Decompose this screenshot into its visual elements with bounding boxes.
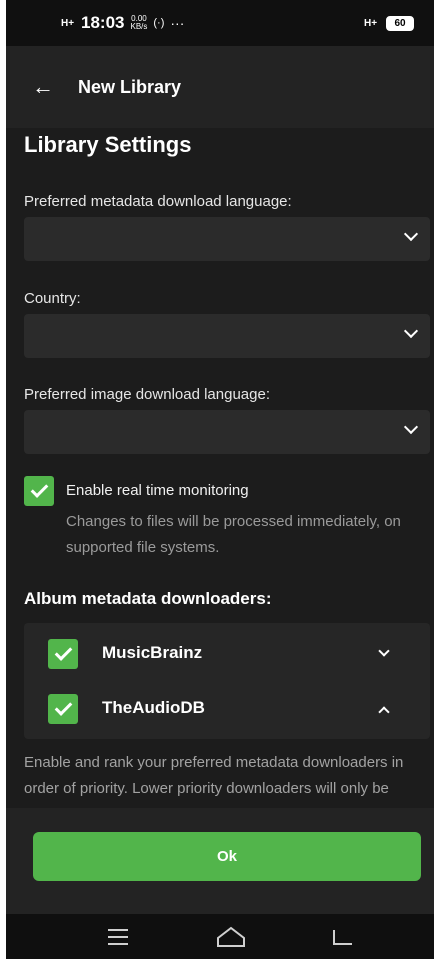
more-notifications: ··· xyxy=(170,15,185,31)
chevron-up-icon[interactable] xyxy=(378,706,390,718)
section-title: Library Settings xyxy=(24,132,192,157)
realtime-monitoring-label[interactable]: Enable real time monitoring xyxy=(66,482,249,499)
status-left: H+ 18:03 0.00 KB/s (·) ··· xyxy=(61,13,184,33)
net-speed-unit: KB/s xyxy=(130,22,148,31)
status-bar: H+ 18:03 0.00 KB/s (·) ··· H+ 60 xyxy=(6,0,434,46)
theaudiodb-checkbox[interactable] xyxy=(48,694,78,724)
checkmark-icon xyxy=(54,643,72,661)
app-bar: ← New Library xyxy=(6,46,434,128)
album-downloaders-heading: Album metadata downloaders: xyxy=(24,589,272,608)
status-time: 18:03 xyxy=(81,13,125,32)
ok-button[interactable]: Ok xyxy=(33,832,421,881)
downloader-name: MusicBrainz xyxy=(102,643,203,662)
home-icon[interactable] xyxy=(216,926,246,948)
right-signal-indicator: H+ xyxy=(364,17,378,29)
system-nav-bar xyxy=(6,914,434,959)
phone-screen: H+ 18:03 0.00 KB/s (·) ··· H+ 60 ← New L… xyxy=(6,0,434,959)
page-title: New Library xyxy=(78,76,182,97)
checkmark-icon xyxy=(54,698,72,716)
net-speed: 0.00 KB/s xyxy=(130,15,147,31)
library-settings-content[interactable]: Library Settings Preferred metadata down… xyxy=(6,128,434,808)
realtime-monitoring-checkbox[interactable] xyxy=(24,476,54,506)
metadata-language-select[interactable] xyxy=(24,217,430,261)
country-label: Country: xyxy=(24,290,81,307)
metadata-language-label: Preferred metadata download language: xyxy=(24,193,292,210)
signal-indicator: H+ xyxy=(61,17,75,29)
chevron-down-icon xyxy=(403,323,419,339)
image-language-label: Preferred image download language: xyxy=(24,386,270,403)
musicbrainz-checkbox[interactable] xyxy=(48,639,78,669)
downloaders-list: MusicBrainz TheAudioDB xyxy=(24,623,430,739)
downloader-name: TheAudioDB xyxy=(102,698,205,717)
status-right: H+ 60 xyxy=(364,15,414,31)
chevron-down-icon[interactable] xyxy=(378,645,390,657)
chevron-down-icon xyxy=(403,226,419,242)
chevron-down-icon xyxy=(403,419,419,435)
downloaders-help-text: Enable and rank your preferred metadata … xyxy=(24,754,404,797)
hotspot-icon: (·) xyxy=(153,17,165,29)
menu-icon[interactable] xyxy=(108,929,128,950)
downloader-row-theaudiodb[interactable]: TheAudioDB xyxy=(24,682,430,736)
back-nav-icon[interactable] xyxy=(332,928,354,946)
arrow-left-icon[interactable]: ← xyxy=(32,74,58,100)
battery-icon: 60 xyxy=(386,15,414,31)
checkmark-icon xyxy=(30,480,48,498)
dialog-footer: Ok xyxy=(6,808,434,914)
image-language-select[interactable] xyxy=(24,410,430,454)
country-select[interactable] xyxy=(24,314,430,358)
downloader-row-musicbrainz[interactable]: MusicBrainz xyxy=(24,627,430,681)
realtime-monitoring-description: Changes to files will be processed immed… xyxy=(66,513,401,556)
